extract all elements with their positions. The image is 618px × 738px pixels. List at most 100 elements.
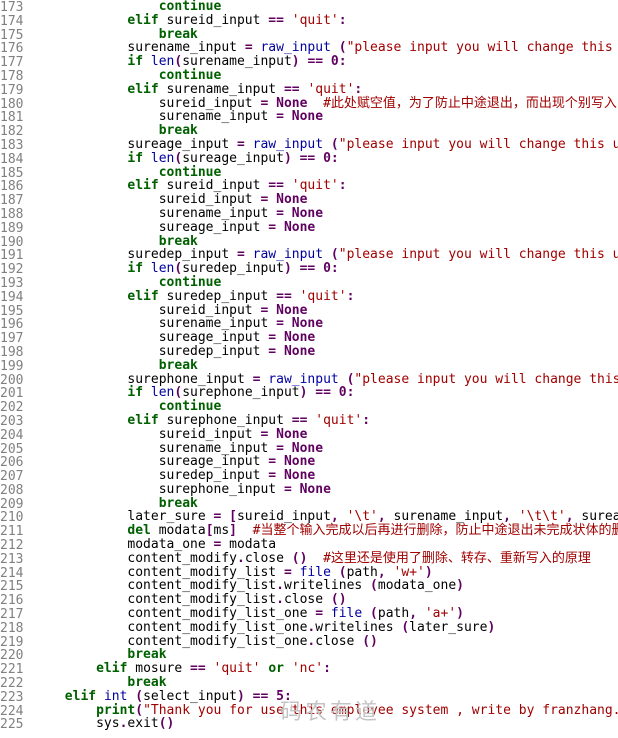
code-line: sureage_input = None — [33, 455, 618, 469]
line-number: 198 — [0, 346, 23, 360]
code-line: del modata[ms] #当整个输入完成以后再进行删除，防止中途退出未完成… — [33, 524, 618, 538]
line-number: 203 — [0, 415, 23, 429]
code-line: elif sureid_input == 'quit': — [33, 14, 618, 28]
code-line: content_modify_list = file (path, 'w+') — [33, 566, 618, 580]
code-line: surename_input = raw_input ("please inpu… — [33, 41, 618, 55]
code-line: sureage_input = None — [33, 221, 618, 235]
line-number: 185 — [0, 167, 23, 181]
line-number: 188 — [0, 208, 23, 222]
line-number: 183 — [0, 139, 23, 153]
code-line: if len(sureage_input) == 0: — [33, 152, 618, 166]
code-line: surephone_input = raw_input ("please inp… — [33, 373, 618, 387]
line-number: 215 — [0, 580, 23, 594]
line-number: 193 — [0, 277, 23, 291]
code-line: modata_one = modata — [33, 538, 618, 552]
line-number: 218 — [0, 622, 23, 636]
code-line: break — [33, 235, 618, 249]
code-line: suredep_input = raw_input ("please input… — [33, 248, 618, 262]
line-number: 199 — [0, 360, 23, 374]
code-line: sureid_input = None — [33, 304, 618, 318]
line-number: 204 — [0, 429, 23, 443]
code-line: content_modify_list_one = file (path, 'a… — [33, 607, 618, 621]
code-line: continue — [33, 69, 618, 83]
line-number: 221 — [0, 663, 23, 677]
line-number: 205 — [0, 443, 23, 457]
line-number: 209 — [0, 498, 23, 512]
code-line: elif int (select_input) == 5: — [33, 690, 618, 704]
line-number: 225 — [0, 718, 23, 732]
code-line: continue — [33, 166, 618, 180]
line-number: 174 — [0, 15, 23, 29]
code-line: sureid_input = None #此处赋空值，为了防止中途退出，而出现个… — [33, 97, 618, 111]
line-number: 190 — [0, 236, 23, 250]
code-line: if len(surephone_input) == 0: — [33, 386, 618, 400]
line-number: 180 — [0, 98, 23, 112]
line-number: 173 — [0, 1, 23, 15]
line-number: 217 — [0, 608, 23, 622]
line-number: 206 — [0, 456, 23, 470]
line-number: 187 — [0, 194, 23, 208]
line-number: 208 — [0, 484, 23, 498]
line-number: 216 — [0, 594, 23, 608]
code-line: content_modify_list.close () — [33, 593, 618, 607]
code-line: elif surephone_input == 'quit': — [33, 414, 618, 428]
line-number: 189 — [0, 222, 23, 236]
code-line: break — [33, 648, 618, 662]
code-line: surename_input = None — [33, 317, 618, 331]
code-line: content_modify_list_one.close () — [33, 635, 618, 649]
code-line: continue — [33, 400, 618, 414]
code-line: continue — [33, 0, 618, 14]
code-line: surename_input = None — [33, 207, 618, 221]
code-line: sureage_input = raw_input ("please input… — [33, 138, 618, 152]
code-line: surename_input = None — [33, 442, 618, 456]
line-number: 195 — [0, 305, 23, 319]
line-number: 176 — [0, 42, 23, 56]
line-number: 178 — [0, 70, 23, 84]
line-number: 177 — [0, 56, 23, 70]
line-number: 184 — [0, 153, 23, 167]
line-number: 200 — [0, 374, 23, 388]
code-line: content_modify.close () #这里还是使用了删除、转存、重新… — [33, 552, 618, 566]
line-number: 214 — [0, 567, 23, 581]
code-line: if len(surename_input) == 0: — [33, 55, 618, 69]
code-line: sureage_input = None — [33, 331, 618, 345]
code-line: sys.exit() — [33, 717, 618, 731]
line-number: 191 — [0, 249, 23, 263]
code-line: sureid_input = None — [33, 193, 618, 207]
line-number: 181 — [0, 111, 23, 125]
code-line: break — [33, 497, 618, 511]
line-number: 196 — [0, 318, 23, 332]
line-number: 213 — [0, 553, 23, 567]
line-number: 179 — [0, 84, 23, 98]
line-number: 220 — [0, 649, 23, 663]
code-line: suredep_input = None — [33, 469, 618, 483]
line-number: 212 — [0, 539, 23, 553]
line-number: 223 — [0, 691, 23, 705]
line-number: 219 — [0, 636, 23, 650]
code-line: elif surename_input == 'quit': — [33, 83, 618, 97]
line-number: 224 — [0, 705, 23, 719]
code-line: surephone_input = None — [33, 483, 618, 497]
code-line: break — [33, 359, 618, 373]
code-line: break — [33, 124, 618, 138]
code-line: break — [33, 28, 618, 42]
line-number: 210 — [0, 511, 23, 525]
line-number: 207 — [0, 470, 23, 484]
line-number: 211 — [0, 525, 23, 539]
line-number: 175 — [0, 29, 23, 43]
code-line: if len(suredep_input) == 0: — [33, 262, 618, 276]
code-line: continue — [33, 276, 618, 290]
code-line: content_modify_list_one.writelines (late… — [33, 621, 618, 635]
code-line: elif sureid_input == 'quit': — [33, 179, 618, 193]
code-line: surename_input = None — [33, 110, 618, 124]
line-number: 222 — [0, 677, 23, 691]
line-number: 197 — [0, 332, 23, 346]
code-line: sureid_input = None — [33, 428, 618, 442]
code-line: elif suredep_input == 'quit': — [33, 290, 618, 304]
line-number: 202 — [0, 401, 23, 415]
line-number: 186 — [0, 180, 23, 194]
line-number: 192 — [0, 263, 23, 277]
code-area: continue elif sureid_input == 'quit': br… — [27, 0, 618, 733]
line-number: 194 — [0, 291, 23, 305]
line-number: 182 — [0, 125, 23, 139]
